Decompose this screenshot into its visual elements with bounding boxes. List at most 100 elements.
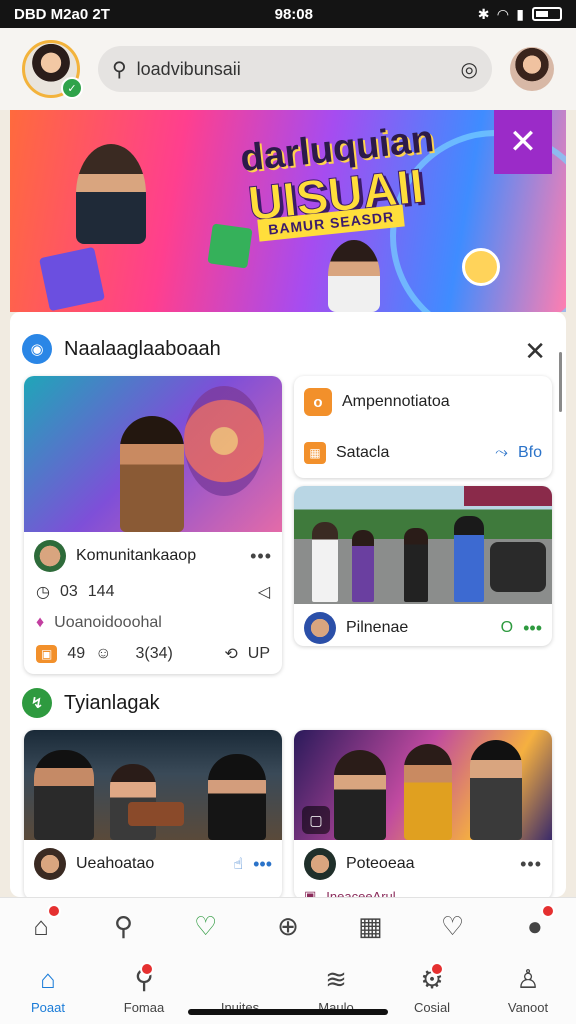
person-icon: ♙ [516, 964, 540, 994]
post-author-row: Poteoeaa ••• [304, 848, 542, 880]
banner-box-graphic [207, 223, 253, 269]
post-actions-row: ▣ 49 ☺ 3(34) ⟲ UP [36, 644, 270, 664]
banner-figure-left [76, 144, 146, 244]
reaction-icon[interactable]: ▣ [36, 645, 58, 663]
tab-label: Fomaa [123, 1000, 165, 1015]
post-card[interactable]: ▢ Poteoeaa ••• ▣ IneaceeArul [294, 730, 552, 897]
tab-menu[interactable]: ≋ Maulo [288, 964, 384, 1015]
info-card-title: Ampennotiatoa [342, 393, 450, 410]
social-icon: ⚙ [420, 962, 444, 994]
more-options-icon[interactable]: ••• [250, 546, 272, 567]
post-author-row: Komunitankaaop ••• [34, 540, 272, 572]
promo-banner[interactable]: darluquian UISUAII BAMUR SEASDR ✕ [10, 110, 566, 312]
battery-icon [532, 7, 562, 21]
search-bar[interactable]: ⚲ loadvibunsaii ◎ [98, 46, 492, 92]
more-options-icon[interactable]: ••• [520, 854, 542, 875]
tab-label: Vanoot [507, 1000, 549, 1015]
close-icon[interactable]: ✕ [524, 336, 546, 367]
section-header: ◉ Naalaaglaaboaah [22, 334, 221, 364]
info-card-title-row: o Ampennotiatoa [304, 388, 542, 416]
heart-icon[interactable]: ♡ [186, 906, 226, 946]
meta-value-a: 03 [59, 583, 78, 600]
post-card[interactable]: Pilnenae O ••• [294, 486, 552, 646]
post-extra: IneaceeArul [326, 888, 396, 898]
search-input[interactable]: loadvibunsaii [137, 59, 451, 80]
tag-icon: ▣ [304, 888, 317, 897]
home-indicator[interactable] [188, 1009, 388, 1015]
tab-label: Cosial [413, 1000, 451, 1015]
banner-phone-graphic [38, 246, 106, 312]
author-avatar[interactable] [34, 848, 66, 880]
comment-count[interactable]: 3(34) [135, 645, 172, 663]
post-image[interactable] [294, 486, 552, 604]
section-icon: ↯ [22, 688, 52, 718]
tab-label: Poaat [31, 1000, 65, 1015]
post-card[interactable]: Ueahoatao ☝ ••• [24, 730, 282, 897]
banner-figure-right [328, 240, 380, 312]
status-left-text: DBD M2a0 2T [14, 5, 110, 23]
notification-badge [540, 904, 555, 918]
status-icons: ✱ ◠ ▮ [478, 6, 562, 23]
profile-avatar[interactable]: ✓ [22, 40, 83, 99]
post-author[interactable]: Pilnenae [346, 619, 408, 637]
tab-home[interactable]: ⌂ Poaat [0, 964, 96, 1015]
post-image[interactable]: ▢ [294, 730, 552, 840]
more-options-icon[interactable]: ••• [253, 854, 272, 875]
notification-badge [47, 904, 62, 918]
info-card-sub-row: ▦ Satacla ⤳ Bfo [304, 442, 542, 464]
share-count[interactable]: UP [248, 645, 270, 663]
calendar-icon[interactable]: ▦ [350, 906, 390, 946]
like-icon[interactable]: ☝ [233, 854, 243, 874]
post-extra-row: ▣ IneaceeArul [304, 888, 542, 897]
media-icon[interactable]: ▢ [302, 806, 330, 834]
section-header: ↯ Tyianlagak [22, 688, 160, 718]
post-subtitle-row: ♦ Uoanoidooohal [36, 614, 270, 632]
post-card[interactable]: Komunitankaaop ••• ◷ 03 144 ◁ ♦ Uoanoido… [24, 376, 282, 674]
add-icon[interactable]: ⊕ [268, 906, 308, 946]
tab-social[interactable]: ⚙ Cosial [384, 962, 480, 1015]
section-title: Tyianlagak [64, 691, 160, 714]
clock-icon: ◷ [36, 584, 50, 601]
post-author[interactable]: Poteoeaa [346, 855, 415, 873]
tab-search[interactable]: ⚲ Fomaa [96, 962, 192, 1015]
author-avatar[interactable] [304, 848, 336, 880]
info-icon: o [304, 388, 332, 416]
menu-icon: ≋ [325, 964, 347, 994]
top-bar: ✓ ⚲ loadvibunsaii ◎ [0, 28, 576, 110]
scrollbar[interactable] [559, 352, 562, 412]
info-card-subtitle: Satacla [336, 444, 390, 461]
info-card-action[interactable]: Bfo [518, 444, 542, 462]
search-icon: ⚲ [112, 58, 127, 81]
post-action-text[interactable]: O [501, 619, 513, 637]
tab-invites[interactable]: Inuites [192, 964, 288, 1015]
voice-search-icon[interactable]: ◎ [461, 57, 478, 82]
calendar-icon: ▦ [304, 442, 326, 464]
post-author[interactable]: Ueahoatao [76, 855, 154, 873]
link-icon[interactable]: ⤳ [495, 444, 508, 462]
favorite-icon[interactable]: ♡ [433, 906, 473, 946]
signal-icon: ▮ [516, 5, 524, 22]
bottom-navigation: ⌂ ⚲ ♡ ⊕ ▦ ♡ ● ⌂ Poaat ⚲ Fomaa Inuites ≋ … [0, 897, 576, 1024]
banner-close-button[interactable]: ✕ [494, 110, 552, 174]
like-count[interactable]: 49 [67, 645, 85, 663]
section-icon: ◉ [22, 334, 52, 364]
tab-profile[interactable]: ♙ Vanoot [480, 964, 576, 1015]
home-icon[interactable]: ⌂ [21, 904, 62, 946]
info-card[interactable]: o Ampennotiatoa ▦ Satacla ⤳ Bfo [294, 376, 552, 478]
repost-icon[interactable]: ⟲ [224, 644, 237, 664]
share-arrow-icon[interactable]: ◁ [258, 582, 270, 602]
post-image[interactable] [24, 730, 282, 840]
feed-panel: ◉ Naalaaglaaboaah ✕ Komunitankaaop ••• ◷… [10, 312, 566, 897]
author-avatar[interactable] [34, 540, 66, 572]
user-avatar[interactable] [510, 47, 554, 91]
search-icon[interactable]: ⚲ [103, 906, 143, 946]
emoji-icon: ☺ [95, 645, 112, 662]
more-options-icon[interactable]: ••• [523, 618, 542, 639]
profile-icon[interactable]: ● [515, 904, 555, 946]
action-icon-row: ⌂ ⚲ ♡ ⊕ ▦ ♡ ● [0, 904, 576, 946]
post-author-row: Ueahoatao ☝ ••• [34, 848, 272, 880]
notification-badge [429, 962, 444, 976]
author-avatar[interactable] [304, 612, 336, 644]
post-author[interactable]: Komunitankaaop [76, 547, 196, 565]
post-image[interactable] [24, 376, 282, 532]
